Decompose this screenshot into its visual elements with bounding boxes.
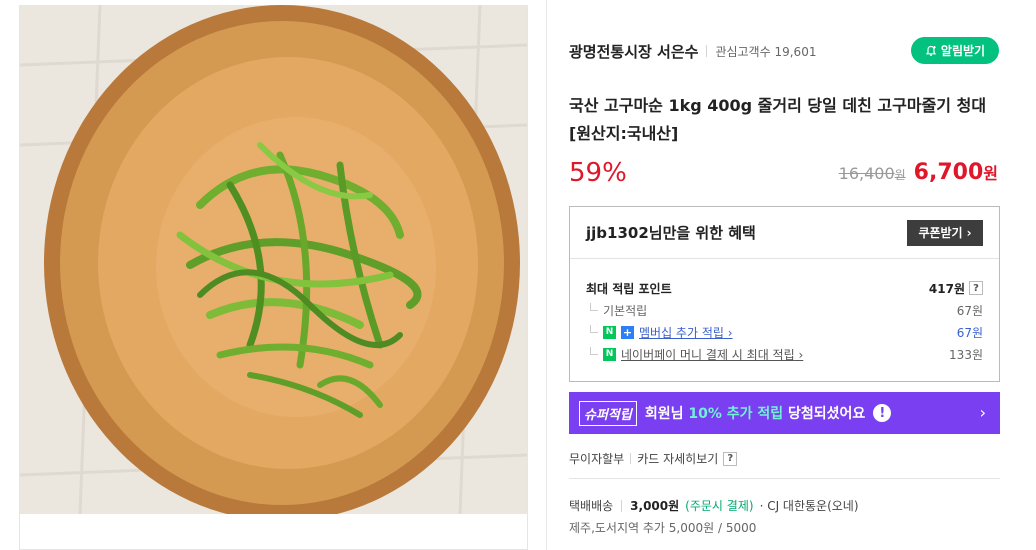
max-points-value-wrap: 417원 ?: [929, 280, 983, 297]
points-row-membership-value: 67원: [956, 325, 983, 340]
interest-count: 관심고객수 19,601: [715, 43, 816, 60]
shipping-fee-note: (주문시 결제): [685, 499, 754, 513]
bell-plus-icon: [925, 45, 937, 56]
divider: [706, 45, 708, 57]
benefit-box: jjb1302님만을 위한 혜택 쿠폰받기 › 최대 적립 포인트 417원 ?…: [569, 206, 1000, 382]
store-name[interactable]: 광명전통시장 서은수: [569, 41, 698, 62]
chevron-right-icon: ›: [966, 225, 972, 240]
alarm-button[interactable]: 알림받기: [911, 37, 999, 64]
points-list: 최대 적립 포인트 417원 ? 기본적립 67원 N + 멤버십 추가 적립 …: [570, 259, 999, 365]
super-text-highlight: 10% 추가 적립: [688, 406, 784, 422]
product-title: 국산 고구마순 1kg 400g 줄거리 당일 데친 고구마줄기 청대 [원산지…: [569, 96, 987, 143]
points-row-naverpay: N 네이버페이 머니 결제 시 최대 적립 › 133원: [586, 343, 983, 365]
shipping-extra: 제주,도서지역 추가 5,000원 / 5000: [569, 521, 757, 535]
naverpay-points-link[interactable]: 네이버페이 머니 결제 시 최대 적립 ›: [621, 346, 803, 363]
product-image-panel: [19, 5, 528, 550]
coupon-label: 쿠폰받기: [918, 226, 963, 240]
interest-label: 관심고객수: [715, 44, 771, 59]
shipping-fee: 3,000원: [630, 499, 680, 513]
shipping-row: 택배배송 3,000원 (주문시 결제) · CJ 대한통운(오네): [569, 497, 859, 514]
max-points-row: 최대 적립 포인트 417원 ?: [586, 277, 983, 299]
sale-price-unit: 원: [983, 164, 998, 183]
sale-price: 6,700원: [914, 160, 998, 185]
points-row-naverpay-value: 133원: [949, 347, 983, 362]
points-row-basic: 기본적립 67원: [586, 299, 983, 321]
original-price: 16,400원: [839, 164, 906, 183]
divider: [621, 499, 623, 512]
product-photo-image: [20, 5, 527, 514]
divider-horizontal: [569, 478, 1000, 479]
price-box: 16,400원 6,700원: [839, 160, 998, 185]
membership-points-link[interactable]: 멤버십 추가 적립 ›: [639, 324, 733, 341]
benefit-title: jjb1302님만을 위한 혜택: [586, 224, 756, 242]
naverpay-icon: N: [603, 347, 616, 361]
super-text-after: 당첨되셨어요: [788, 406, 866, 422]
tree-line-icon: [590, 303, 598, 311]
exclamation-icon: !: [873, 404, 892, 422]
max-points-label: 최대 적립 포인트: [586, 281, 672, 296]
product-info-panel: 광명전통시장 서은수 관심고객수 19,601 알림받기 국산 고구마순 1kg…: [546, 0, 1036, 550]
product-photo: [20, 5, 527, 514]
divider: [630, 453, 632, 464]
help-icon[interactable]: ?: [723, 451, 738, 466]
discount-rate: 59%: [569, 158, 627, 188]
naver-n-icon: N: [603, 325, 616, 339]
original-price-unit: 원: [894, 168, 906, 182]
installment-label: 무이자할부: [569, 452, 625, 466]
alarm-label: 알림받기: [940, 44, 986, 58]
super-points-text: 회원님 10% 추가 적립 당첨되셨어요: [645, 403, 865, 423]
points-row-naverpay-label-wrap: N 네이버페이 머니 결제 시 최대 적립 ›: [586, 346, 803, 363]
super-text-before: 회원님: [644, 406, 684, 422]
interest-value: 19,601: [774, 44, 817, 59]
max-points-value: 417원: [928, 281, 965, 296]
original-price-value: 16,400: [838, 164, 895, 183]
plus-badge-icon: +: [621, 325, 634, 339]
super-points-banner[interactable]: 슈퍼적립 회원님 10% 추가 적립 당첨되셨어요 ! ›: [569, 392, 1000, 434]
points-row-basic-label-wrap: 기본적립: [586, 302, 647, 319]
points-row-membership: N + 멤버십 추가 적립 › 67원: [586, 321, 983, 343]
points-row-basic-label: 기본적립: [603, 303, 648, 318]
membership-points-label: 멤버십 추가 적립: [639, 325, 724, 340]
shipping-label: 택배배송: [569, 499, 614, 513]
naverpay-points-label: 네이버페이 머니 결제 시 최대 적립: [621, 347, 795, 362]
coupon-button[interactable]: 쿠폰받기 ›: [907, 219, 983, 246]
tree-line-icon: [590, 347, 598, 355]
card-detail-link[interactable]: 카드 자세히보기: [637, 450, 718, 467]
shipping-carrier: · CJ 대한통운(오네): [759, 499, 859, 513]
super-points-tag: 슈퍼적립: [579, 400, 637, 426]
installment-row: 무이자할부 카드 자세히보기 ?: [569, 450, 738, 467]
tree-line-icon: [590, 325, 598, 333]
store-row: 광명전통시장 서은수 관심고객수 19,601: [569, 38, 816, 64]
help-icon[interactable]: ?: [969, 281, 983, 295]
points-row-membership-label-wrap: N + 멤버십 추가 적립 ›: [586, 324, 733, 341]
chevron-right-icon: ›: [979, 403, 986, 422]
points-row-basic-value: 67원: [956, 303, 983, 318]
sale-price-value: 6,700: [913, 160, 984, 185]
benefit-header: jjb1302님만을 위한 혜택 쿠폰받기 ›: [570, 207, 999, 259]
